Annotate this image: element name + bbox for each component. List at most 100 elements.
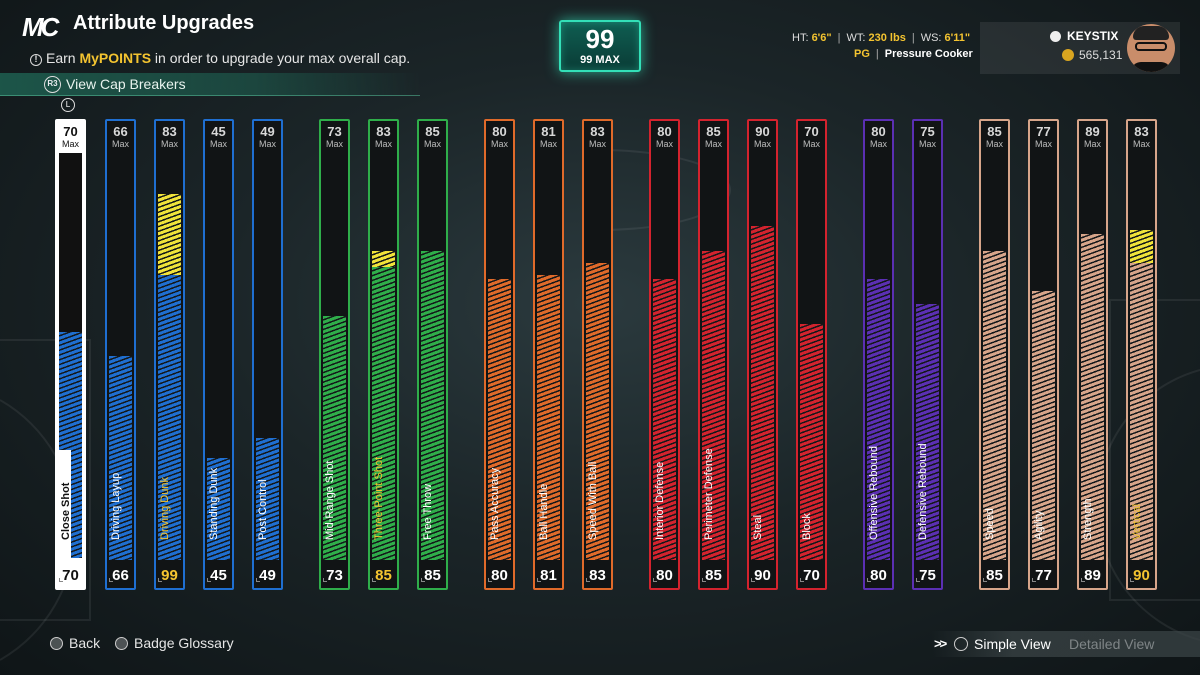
- attribute-max: 90: [755, 124, 770, 139]
- r3-button-icon: R3: [44, 76, 61, 93]
- attribute-name: Standing Dunk: [208, 467, 220, 540]
- attribute-max: 85: [425, 124, 440, 139]
- over-cap-fill: [1130, 230, 1153, 263]
- archetype-value: Pressure Cooker: [884, 48, 973, 60]
- attribute-name: Mid-Range Shot: [324, 460, 336, 541]
- attribute-name: Interior Defense: [654, 461, 666, 540]
- attribute-current: 45: [210, 567, 227, 584]
- max-label: Max: [1132, 139, 1150, 149]
- attribute-current: 90: [754, 567, 771, 584]
- attribute-current: 73: [326, 567, 343, 584]
- attribute-bar-strength[interactable]: 89 Max Strength 89: [1077, 119, 1108, 590]
- max-label: Max: [111, 139, 129, 149]
- subtitle-pre: Earn: [46, 50, 80, 66]
- attribute-max: 80: [657, 124, 672, 139]
- left-stick-icon: L: [61, 98, 75, 112]
- back-button[interactable]: Back: [50, 635, 100, 651]
- attribute-current: 85: [705, 567, 722, 584]
- simple-view-option[interactable]: Simple View: [974, 636, 1051, 652]
- overall-rating-badge: 99 99 MAX: [559, 20, 641, 72]
- max-label: Max: [490, 139, 508, 149]
- attribute-max: 85: [706, 124, 721, 139]
- detailed-view-option[interactable]: Detailed View: [1069, 636, 1154, 652]
- attribute-max: 77: [1036, 124, 1051, 139]
- badge-glossary-button[interactable]: Badge Glossary: [115, 635, 234, 651]
- username: KEYSTIX: [1067, 29, 1119, 43]
- attribute-bar-standing-dunk[interactable]: 45 Max Standing Dunk 45: [203, 119, 234, 590]
- attribute-bar-post-control[interactable]: 49 Max Post Control 49: [252, 119, 283, 590]
- attribute-current: 85: [986, 567, 1003, 584]
- max-label: Max: [539, 139, 557, 149]
- max-label: Max: [258, 139, 276, 149]
- page-title: Attribute Upgrades: [73, 12, 255, 34]
- max-label: Max: [802, 139, 820, 149]
- attribute-current: 99: [161, 567, 178, 584]
- attribute-max: 80: [492, 124, 507, 139]
- back-label: Back: [69, 635, 101, 651]
- square-button-icon: [115, 637, 128, 650]
- over-cap-fill: [158, 194, 181, 275]
- attribute-name: Defensive Rebound: [917, 443, 929, 540]
- attribute-max: 83: [590, 124, 605, 139]
- attribute-current: 75: [919, 567, 936, 584]
- attribute-bar-perimeter-defense[interactable]: 85 Max Perimeter Defense 85: [698, 119, 729, 590]
- max-label: Max: [753, 139, 771, 149]
- player-stats: HT: 6'6" | WT: 230 lbs | WS: 6'11" PG | Pressu…: [792, 32, 973, 60]
- attribute-current: 49: [259, 567, 276, 584]
- attribute-max: 75: [920, 124, 935, 139]
- attribute-bar-agility[interactable]: 77 Max Agility 77: [1028, 119, 1059, 590]
- max-label: Max: [918, 139, 936, 149]
- attribute-max: 70: [804, 124, 819, 139]
- attribute-bar-speed-with-ball[interactable]: 83 Max Speed With Ball 83: [582, 119, 613, 590]
- chevron-right-icon: >>: [934, 636, 947, 651]
- attribute-current: 70: [803, 567, 820, 584]
- attribute-max: 70: [63, 124, 78, 139]
- max-label: Max: [704, 139, 722, 149]
- weight-value: 230 lbs: [868, 32, 906, 44]
- attribute-bar-ball-handle[interactable]: 81 Max Ball Handle 81: [533, 119, 564, 590]
- attribute-max: 66: [113, 124, 128, 139]
- attribute-bar-pass-accuracy[interactable]: 80 Max Pass Accuracy 80: [484, 119, 515, 590]
- attribute-name: Strength: [1082, 498, 1094, 540]
- circle-button-icon: [50, 637, 63, 650]
- attribute-bar-driving-dunk[interactable]: 83 Max Driving Dunk 99: [154, 119, 185, 590]
- attribute-bar-mid-range-shot[interactable]: 73 Max Mid-Range Shot 73: [319, 119, 350, 590]
- attribute-bar-offensive-rebound[interactable]: 80 Max Offensive Rebound 80: [863, 119, 894, 590]
- max-label: Max: [374, 139, 392, 149]
- attribute-bar-driving-layup[interactable]: 66 Max Driving Layup 66: [105, 119, 136, 590]
- max-label: Max: [869, 139, 887, 149]
- max-label: Max: [655, 139, 673, 149]
- over-cap-fill: [372, 251, 395, 267]
- attribute-max: 49: [260, 124, 275, 139]
- player-avatar: [1127, 24, 1175, 72]
- attribute-name: Agility: [1033, 510, 1045, 540]
- attribute-current: 89: [1084, 567, 1101, 584]
- attribute-bar-free-throw[interactable]: 85 Max Free Throw 85: [417, 119, 448, 590]
- attribute-name: Speed: [984, 508, 996, 540]
- attribute-bar-speed[interactable]: 85 Max Speed 85: [979, 119, 1010, 590]
- attribute-current: 80: [870, 567, 887, 584]
- attribute-current: 81: [540, 567, 557, 584]
- attribute-current: 77: [1035, 567, 1052, 584]
- attribute-bar-block[interactable]: 70 Max Block 70: [796, 119, 827, 590]
- max-label: Max: [985, 139, 1003, 149]
- attribute-bar-vertical[interactable]: 83 Max Vertical 90: [1126, 119, 1157, 590]
- attribute-name: Post Control: [257, 479, 269, 540]
- attribute-bar-steal[interactable]: 90 Max Steal 90: [747, 119, 778, 590]
- position-value: PG: [854, 48, 870, 60]
- attribute-bar-interior-defense[interactable]: 80 Max Interior Defense 80: [649, 119, 680, 590]
- attribute-name: Free Throw: [422, 483, 434, 540]
- attribute-name: Speed With Ball: [587, 461, 599, 540]
- attribute-current: 70: [62, 567, 79, 584]
- attribute-bar-three-point-shot[interactable]: 83 Max Three-Point Shot 85: [368, 119, 399, 590]
- attribute-max: 83: [376, 124, 391, 139]
- attribute-bar-close-shot[interactable]: 70 Max Close Shot 70: [55, 119, 86, 590]
- weight-label: WT:: [846, 32, 866, 44]
- attribute-name: Ball Handle: [538, 483, 550, 540]
- view-cap-breakers-button[interactable]: R3 View Cap Breakers: [0, 73, 420, 96]
- view-toggle[interactable]: >> Simple View Detailed View: [932, 631, 1200, 657]
- triangle-button-icon: [954, 637, 968, 651]
- attribute-name: Steal: [752, 514, 764, 540]
- wingspan-label: WS:: [920, 32, 942, 44]
- attribute-bar-defensive-rebound[interactable]: 75 Max Defensive Rebound 75: [912, 119, 943, 590]
